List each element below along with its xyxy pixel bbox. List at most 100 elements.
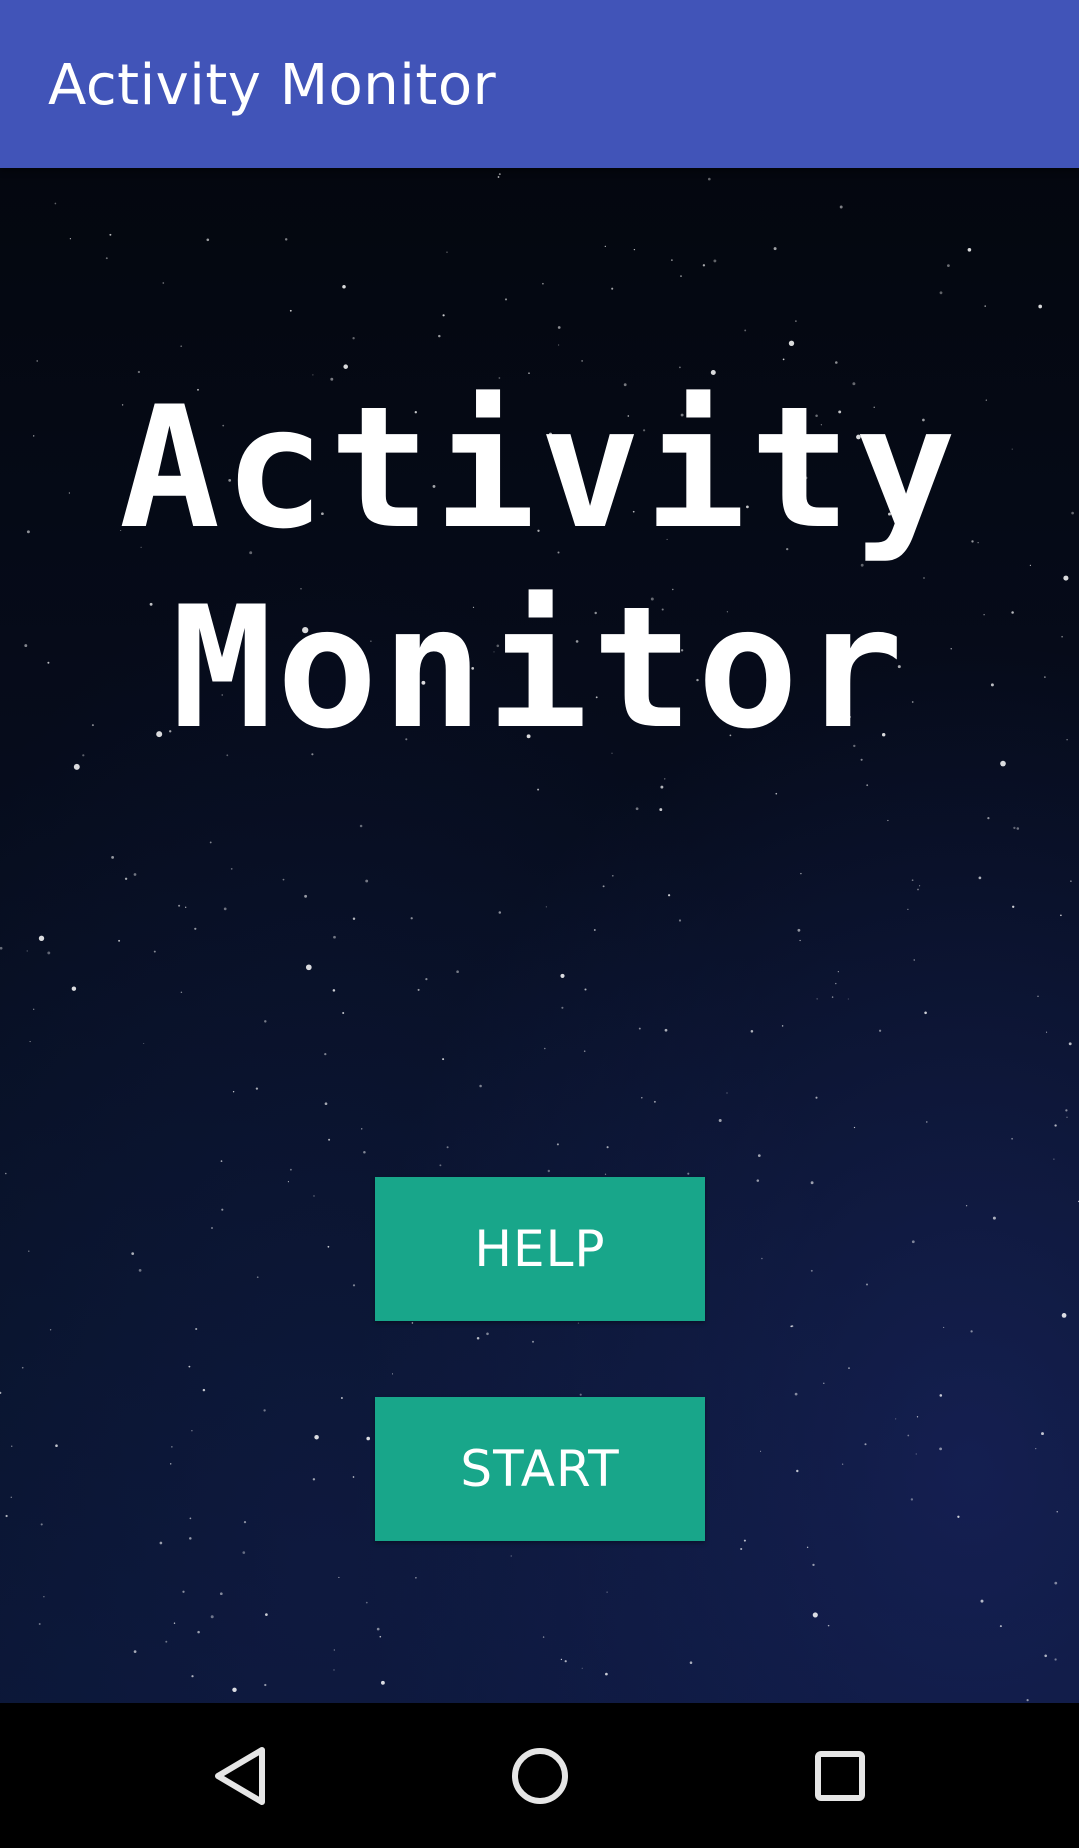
star xyxy=(865,1283,869,1286)
star xyxy=(978,876,982,880)
star xyxy=(564,1660,567,1663)
star xyxy=(333,1649,335,1651)
star xyxy=(611,874,614,877)
star xyxy=(911,879,914,882)
star xyxy=(391,1373,394,1375)
star xyxy=(243,1521,247,1524)
star xyxy=(848,1367,850,1369)
star xyxy=(718,1119,722,1122)
help-button[interactable]: HELP xyxy=(375,1177,705,1321)
star xyxy=(667,894,671,897)
star xyxy=(312,1478,316,1481)
star xyxy=(605,1672,608,1676)
star xyxy=(812,1612,818,1618)
star xyxy=(328,1138,331,1141)
star xyxy=(907,908,909,911)
star xyxy=(756,1179,760,1182)
star xyxy=(911,1240,915,1244)
star xyxy=(305,964,312,971)
app-bar: Activity Monitor xyxy=(0,0,1079,168)
star xyxy=(230,868,233,870)
star xyxy=(864,1443,867,1446)
star xyxy=(561,1006,564,1009)
star xyxy=(21,1366,24,1369)
star xyxy=(999,1625,1002,1628)
star xyxy=(191,1429,193,1432)
hero-title-line-2: Monitor xyxy=(171,570,908,766)
star xyxy=(926,1121,928,1123)
star xyxy=(542,1636,545,1638)
star xyxy=(379,1635,382,1638)
start-button[interactable]: START xyxy=(375,1397,705,1541)
star xyxy=(162,282,165,284)
star xyxy=(264,1683,267,1687)
star xyxy=(131,1252,135,1255)
star xyxy=(687,1172,690,1175)
recents-button[interactable] xyxy=(770,1723,910,1828)
star xyxy=(498,911,502,914)
app-title: Activity Monitor xyxy=(48,53,497,118)
star xyxy=(153,950,156,953)
star xyxy=(265,1613,268,1616)
star xyxy=(910,1498,914,1501)
main-content: Activity Monitor HELP START xyxy=(0,168,1079,1703)
star xyxy=(360,1128,363,1130)
star xyxy=(797,928,801,932)
star xyxy=(340,1397,343,1399)
home-button[interactable] xyxy=(470,1723,610,1828)
star xyxy=(55,1444,58,1447)
star xyxy=(338,1576,340,1578)
star xyxy=(1035,1447,1037,1450)
star xyxy=(442,314,445,317)
star xyxy=(841,1463,844,1465)
star xyxy=(442,1058,445,1061)
star xyxy=(159,1541,163,1545)
star xyxy=(577,1322,580,1324)
star xyxy=(606,1146,609,1149)
star xyxy=(671,259,673,261)
star xyxy=(611,287,614,290)
star xyxy=(282,878,285,881)
star xyxy=(782,358,785,361)
star xyxy=(835,361,838,364)
back-button[interactable] xyxy=(170,1723,310,1828)
star xyxy=(1070,880,1072,882)
star xyxy=(0,946,3,950)
star xyxy=(957,1515,960,1518)
star xyxy=(987,816,990,820)
star xyxy=(365,879,369,883)
star xyxy=(835,982,837,985)
star xyxy=(287,1181,289,1183)
star xyxy=(380,1680,385,1685)
star xyxy=(256,1276,259,1279)
star xyxy=(210,1615,214,1619)
star xyxy=(40,1523,43,1526)
star xyxy=(71,986,77,991)
star xyxy=(486,1332,489,1336)
star xyxy=(109,233,112,236)
star xyxy=(702,264,706,267)
star xyxy=(263,1409,266,1412)
star xyxy=(1061,1313,1067,1318)
star xyxy=(47,951,51,955)
star xyxy=(173,1622,176,1624)
star xyxy=(827,1624,830,1627)
star xyxy=(992,1216,996,1220)
star xyxy=(0,1391,2,1395)
star xyxy=(417,988,420,991)
star xyxy=(939,1447,942,1451)
star xyxy=(965,1205,968,1207)
star xyxy=(1056,1511,1058,1513)
star xyxy=(138,1269,142,1272)
star xyxy=(342,284,346,289)
star xyxy=(919,885,921,887)
star xyxy=(795,320,797,322)
star xyxy=(1016,827,1020,830)
star xyxy=(118,939,121,942)
star xyxy=(415,1577,417,1579)
star xyxy=(1060,914,1062,917)
star xyxy=(10,1496,13,1499)
star xyxy=(542,282,544,285)
star xyxy=(761,1257,763,1260)
star xyxy=(796,1469,799,1473)
